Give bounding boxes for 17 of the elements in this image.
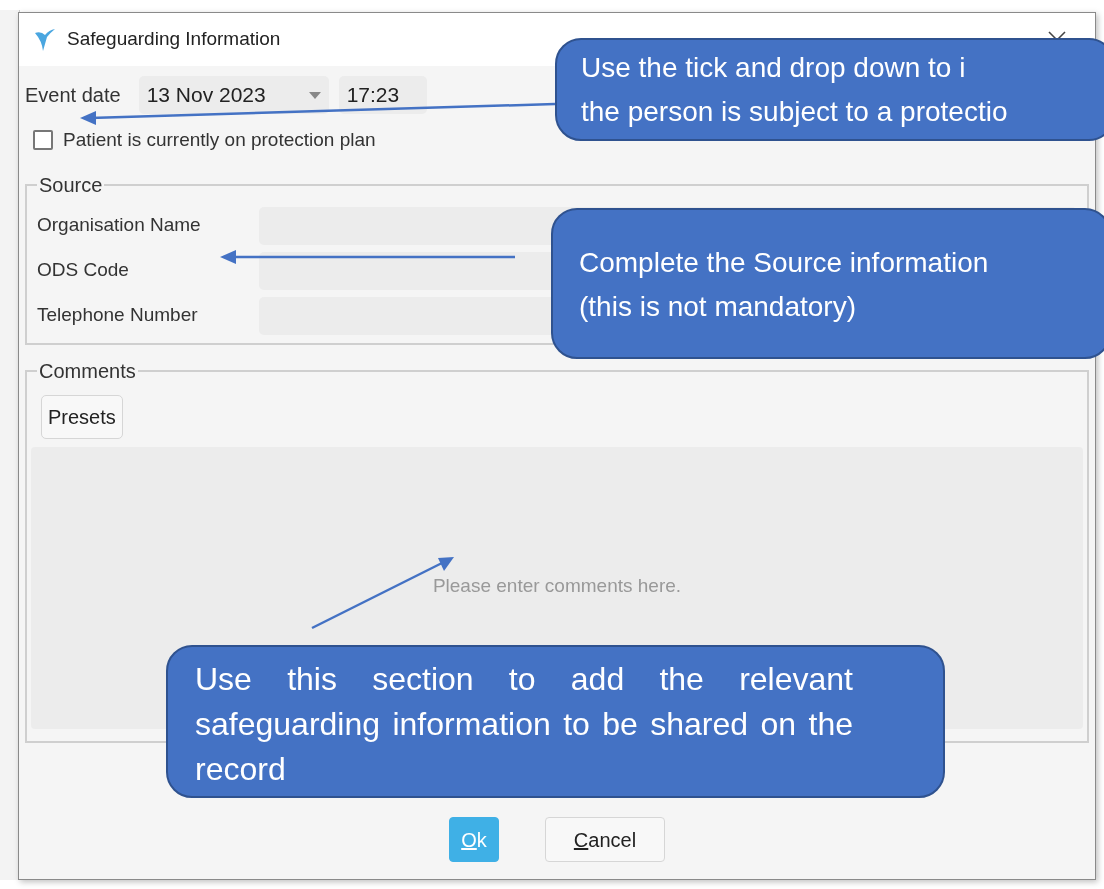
date-field[interactable]: 13 Nov 2023 bbox=[138, 76, 329, 114]
field-label: Event date bbox=[25, 83, 121, 108]
checkbox[interactable] bbox=[33, 130, 53, 151]
annotation-tooltip: Complete the Source information (this is not mandatory) bbox=[551, 208, 1104, 359]
presets-button[interactable]: Presets bbox=[41, 394, 123, 439]
group-label: Comments bbox=[38, 360, 137, 381]
annotation-tooltip: Use the tick and drop down to i the person is subject to a protectio bbox=[555, 38, 1104, 141]
group-label: Source bbox=[38, 174, 104, 195]
checkbox-label: Patient is currently on protection plan bbox=[63, 128, 376, 152]
field-label: Organisation Name bbox=[37, 213, 202, 238]
annotation-tooltip: Use this section to add the relevant safeguarding information to be shared on the record bbox=[166, 645, 945, 798]
caret-icon bbox=[308, 91, 321, 99]
field-label: Telephone Number bbox=[37, 303, 199, 328]
window-title: Safeguarding Information bbox=[67, 27, 281, 52]
time-field[interactable]: 17:23 bbox=[338, 76, 427, 114]
cancel-button[interactable]: Cancel bbox=[545, 817, 665, 862]
field-label: ODS Code bbox=[37, 258, 130, 283]
